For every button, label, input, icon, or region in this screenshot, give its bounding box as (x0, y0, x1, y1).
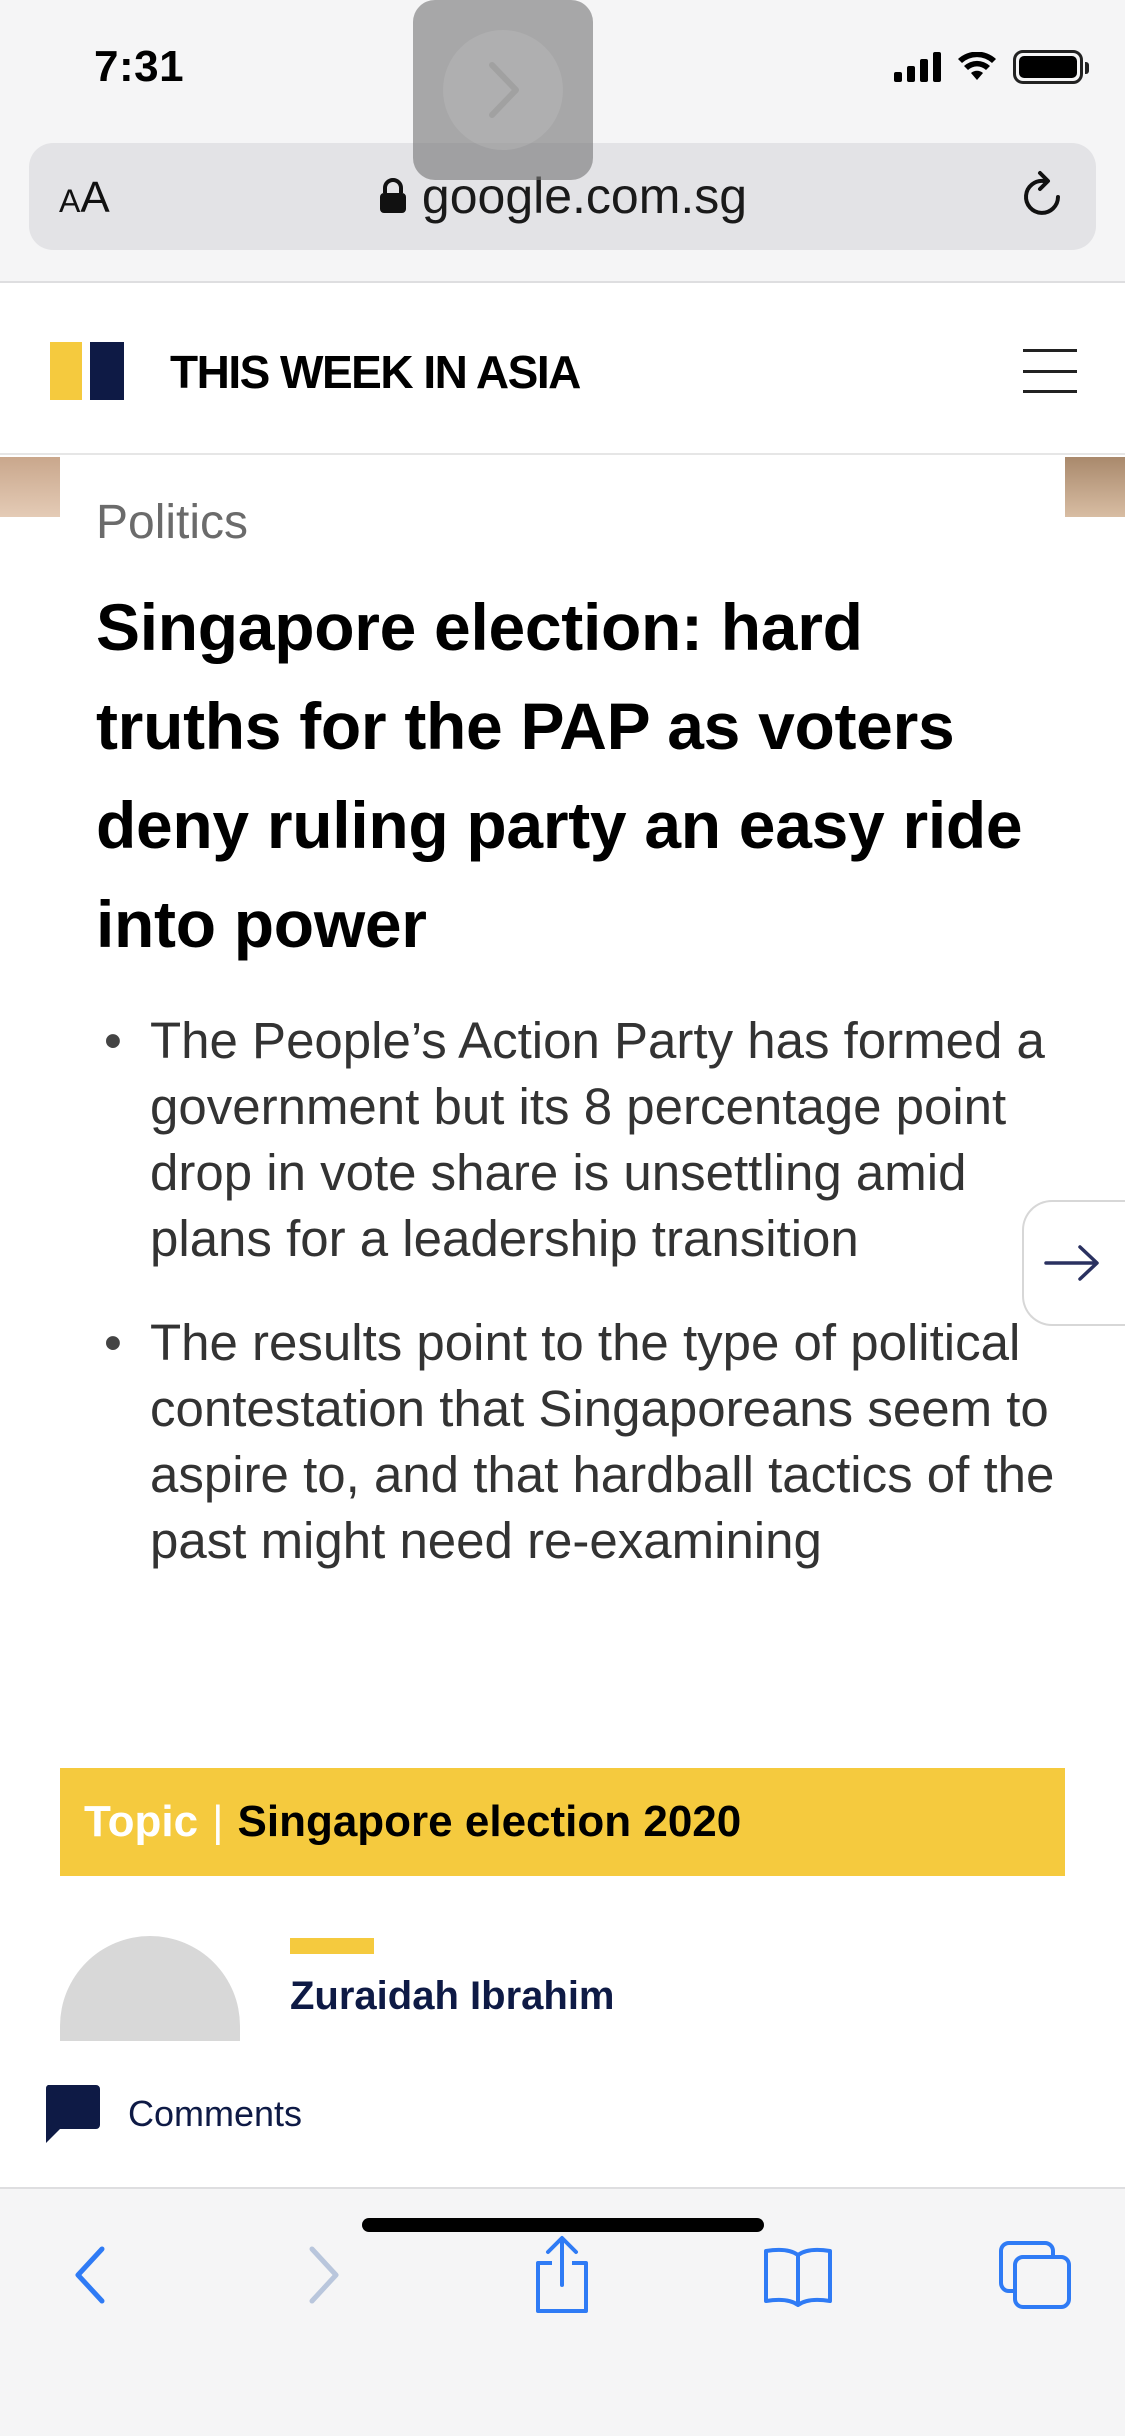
author-name[interactable]: Zuraidah Ibrahim (290, 1974, 615, 2019)
book-icon (764, 2247, 832, 2307)
hero-image-edge-left (0, 457, 60, 517)
video-pip-overlay[interactable] (413, 0, 593, 180)
wifi-icon (958, 52, 996, 80)
tabs-button[interactable] (995, 2235, 1075, 2315)
hero-image-edge-right (1065, 457, 1125, 517)
speech-bubble-icon (45, 2085, 100, 2143)
play-chevron-icon (489, 62, 519, 118)
comments-label[interactable]: Comments (128, 2093, 302, 2135)
site-header: THIS WEEK IN ASIA (0, 285, 1125, 455)
topic-name[interactable]: Singapore election 2020 (238, 1797, 742, 1847)
site-title[interactable]: THIS WEEK IN ASIA (170, 345, 581, 399)
tabs-icon (999, 2241, 1071, 2309)
hamburger-menu-icon[interactable] (1023, 349, 1077, 393)
article-summary: The People’s Action Party has formed a g… (96, 1008, 1056, 1612)
status-icons (894, 50, 1089, 84)
share-button[interactable] (522, 2235, 602, 2315)
arrow-right-icon (1044, 1245, 1099, 1281)
chevron-left-icon (75, 2246, 105, 2304)
section-label[interactable]: Politics (96, 495, 248, 550)
next-article-button[interactable] (1022, 1200, 1125, 1326)
status-time: 7:31 (94, 42, 185, 91)
chevron-right-icon (309, 2246, 339, 2304)
summary-point: The People’s Action Party has formed a g… (96, 1008, 1056, 1272)
summary-point: The results point to the type of politic… (96, 1310, 1056, 1574)
topic-bar[interactable]: Topic | Singapore election 2020 (60, 1768, 1065, 1876)
site-logo[interactable] (50, 342, 124, 400)
cellular-signal-icon (894, 52, 941, 82)
home-indicator (362, 2218, 764, 2232)
author-accent-bar (290, 1938, 374, 1954)
share-icon (536, 2236, 588, 2313)
battery-icon (1013, 50, 1089, 84)
forward-button[interactable] (284, 2235, 364, 2315)
reload-icon[interactable] (1014, 169, 1070, 225)
comments-bar[interactable]: Comments (0, 2041, 1125, 2187)
lock-icon (379, 178, 406, 213)
bookmarks-button[interactable] (758, 2235, 838, 2315)
topic-label: Topic (84, 1797, 199, 1846)
back-button[interactable] (50, 2235, 130, 2315)
article-headline: Singapore election: hard truths for the … (96, 590, 1023, 961)
avatar[interactable] (60, 1936, 240, 2041)
topic-separator: | (212, 1797, 224, 1846)
